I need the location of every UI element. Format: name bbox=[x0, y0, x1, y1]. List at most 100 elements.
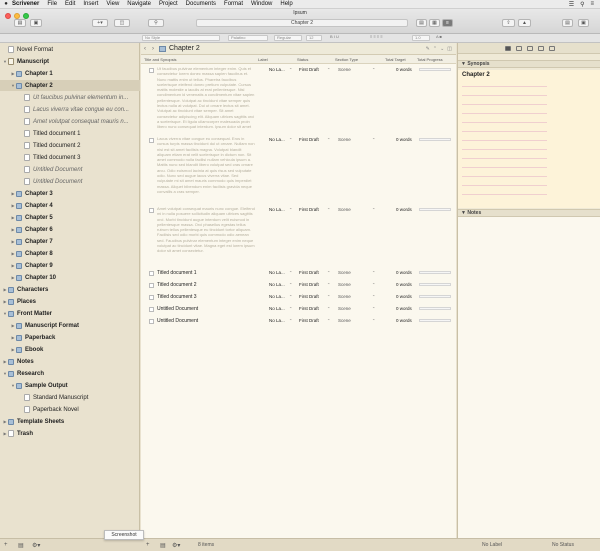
chevron-updown-icon[interactable]: ⌃ bbox=[289, 207, 292, 212]
document-title-field[interactable]: Chapter 2 bbox=[196, 19, 408, 27]
binder-item[interactable]: ▼ Research bbox=[0, 368, 140, 379]
outliner-row[interactable]: Amet volutpat consequat mauris nunc cong… bbox=[141, 205, 456, 265]
synopsis-box[interactable]: Chapter 2 bbox=[458, 70, 600, 208]
outliner-row[interactable]: Untitled Document No La... ⌃ First Draft ⌃ Sc… bbox=[141, 316, 456, 327]
list-icon[interactable]: ≡ bbox=[590, 1, 594, 8]
row-label[interactable]: No La... bbox=[269, 306, 285, 311]
highlight-color-buttons[interactable]: A ■ bbox=[434, 35, 458, 41]
down-arrow-icon[interactable]: ⌄ bbox=[440, 46, 444, 52]
chevron-updown-icon[interactable]: ⌃ bbox=[289, 67, 292, 72]
chevron-updown-icon[interactable]: ⌃ bbox=[372, 137, 375, 142]
row-synopsis[interactable]: Ut faucibus pulvinar elementum integer e… bbox=[157, 66, 255, 131]
nav-forward-icon[interactable]: › bbox=[152, 46, 154, 52]
chevron-updown-icon[interactable]: ⌃ bbox=[372, 306, 375, 311]
row-section-type[interactable]: Scene bbox=[338, 282, 351, 287]
split-icon[interactable]: ◫ bbox=[447, 46, 452, 52]
binder-item[interactable]: ▶ Ebook bbox=[0, 344, 140, 355]
chevron-updown-icon[interactable]: ⌃ bbox=[327, 306, 330, 311]
binder-item[interactable]: ▶ Chapter 7 bbox=[0, 236, 140, 247]
alignment-buttons[interactable]: ≡ ≡ ≡ ≡ bbox=[368, 35, 408, 41]
binder-item[interactable]: ▶ Chapter 8 bbox=[0, 248, 140, 259]
line-spacing-select[interactable]: 1.0 bbox=[412, 35, 430, 41]
folder-add-icon[interactable]: ▤ bbox=[18, 542, 24, 549]
menu-insert[interactable]: Insert bbox=[83, 1, 98, 7]
view-corkboard-button[interactable]: ▦ bbox=[429, 19, 440, 27]
chevron-updown-icon[interactable]: ⌃ bbox=[289, 137, 292, 142]
binder-item[interactable]: Titled document 1 bbox=[0, 128, 140, 139]
outliner-row[interactable]: Ut faucibus pulvinar elementum integer e… bbox=[141, 65, 456, 133]
editor-title[interactable]: Chapter 2 bbox=[169, 45, 200, 52]
view-scrivenings-button[interactable]: ▤ bbox=[416, 19, 427, 27]
trash-button[interactable]: ◫ bbox=[114, 19, 130, 27]
row-status[interactable]: First Draft bbox=[299, 67, 319, 72]
chevron-updown-icon[interactable]: ⌃ bbox=[289, 294, 292, 299]
share-button[interactable]: ⇧ bbox=[502, 19, 515, 27]
row-label[interactable]: No La... bbox=[269, 207, 285, 212]
column-total-progress[interactable]: Total Progress bbox=[417, 57, 443, 62]
status-selector[interactable]: No Status bbox=[552, 542, 574, 548]
menu-project[interactable]: Project bbox=[159, 1, 178, 7]
add-icon[interactable]: + bbox=[4, 542, 8, 548]
outliner-row[interactable]: Titled document 2 No La... ⌃ First Draft ⌃ Sc… bbox=[141, 280, 456, 291]
binder-item[interactable]: Ut faucibus pulvinar elementum in... bbox=[0, 92, 140, 103]
binder-item[interactable]: ▶ Notes bbox=[0, 356, 140, 367]
binder-item[interactable]: Standard Manuscript bbox=[0, 392, 140, 403]
chevron-updown-icon[interactable]: ⌃ bbox=[327, 270, 330, 275]
row-label[interactable]: No La... bbox=[269, 67, 285, 72]
notes-area[interactable] bbox=[458, 217, 600, 538]
row-title[interactable]: Titled document 2 bbox=[157, 282, 197, 288]
binder-item[interactable]: Titled document 3 bbox=[0, 152, 140, 163]
chevron-updown-icon[interactable]: ⌃ bbox=[289, 306, 292, 311]
search-icon[interactable]: ⚲ bbox=[580, 1, 584, 8]
font-size-select[interactable]: 12 bbox=[306, 35, 322, 41]
menu-help[interactable]: Help bbox=[280, 1, 292, 7]
apple-menu-icon[interactable]: ● bbox=[0, 1, 12, 7]
bold-italic-underline-buttons[interactable]: B I U bbox=[328, 35, 362, 41]
row-label[interactable]: No La... bbox=[269, 318, 285, 323]
inspector-toggle-button[interactable]: ▤ bbox=[562, 19, 573, 27]
row-status[interactable]: First Draft bbox=[299, 207, 319, 212]
metadata-tab-icon[interactable] bbox=[526, 45, 533, 51]
menu-documents[interactable]: Documents bbox=[186, 1, 216, 7]
binder-item[interactable]: ▼ Chapter 2 bbox=[0, 80, 140, 91]
binder-item[interactable]: ▶ Chapter 4 bbox=[0, 200, 140, 211]
column-title-synopsis[interactable]: Title and Synopsis bbox=[144, 57, 177, 62]
menu-scrivener[interactable]: Scrivener bbox=[12, 1, 39, 7]
binder-item[interactable]: ▶ Manuscript Format bbox=[0, 320, 140, 331]
chevron-updown-icon[interactable]: ⌃ bbox=[372, 294, 375, 299]
chevron-updown-icon[interactable]: ⌃ bbox=[327, 67, 330, 72]
row-section-type[interactable]: Scene bbox=[338, 207, 351, 212]
menu-view[interactable]: View bbox=[106, 1, 119, 7]
row-section-type[interactable]: Scene bbox=[338, 270, 351, 275]
row-synopsis[interactable]: Amet volutpat consequat mauris nunc cong… bbox=[157, 206, 255, 263]
row-label[interactable]: No La... bbox=[269, 294, 285, 299]
row-section-type[interactable]: Scene bbox=[338, 67, 351, 72]
outliner-row[interactable]: Titled document 1 No La... ⌃ First Draft ⌃ Sc… bbox=[141, 268, 456, 279]
snapshots-tab-icon[interactable] bbox=[537, 45, 544, 51]
chevron-updown-icon[interactable]: ⌃ bbox=[372, 270, 375, 275]
sidebar-toggle-button[interactable]: ▣ bbox=[578, 19, 589, 27]
row-title[interactable]: Untitled Document bbox=[157, 318, 198, 324]
binder-item[interactable]: ▶ Paperback bbox=[0, 332, 140, 343]
comments-tab-icon[interactable] bbox=[548, 45, 555, 51]
binder-item[interactable]: ▶ Chapter 3 bbox=[0, 188, 140, 199]
binder-item[interactable]: ▼ Sample Output bbox=[0, 380, 140, 391]
row-title[interactable]: Titled document 1 bbox=[157, 270, 197, 276]
menu-navigate[interactable]: Navigate bbox=[127, 1, 151, 7]
chevron-updown-icon[interactable]: ⌃ bbox=[289, 318, 292, 323]
column-total-target[interactable]: Total Target bbox=[385, 57, 406, 62]
row-label[interactable]: No La... bbox=[269, 282, 285, 287]
row-status[interactable]: First Draft bbox=[299, 294, 319, 299]
binder-item[interactable]: Paperback Novel bbox=[0, 404, 140, 415]
row-section-type[interactable]: Scene bbox=[338, 137, 351, 142]
row-status[interactable]: First Draft bbox=[299, 270, 319, 275]
footer-add-icon[interactable]: + bbox=[146, 542, 150, 548]
binder-item[interactable]: ▶ Chapter 9 bbox=[0, 260, 140, 271]
row-status[interactable]: First Draft bbox=[299, 137, 319, 142]
row-title[interactable]: Untitled Document bbox=[157, 306, 198, 312]
row-section-type[interactable]: Scene bbox=[338, 318, 351, 323]
chevron-updown-icon[interactable]: ⌃ bbox=[289, 282, 292, 287]
bookmark-icon[interactable]: ✎ bbox=[426, 46, 430, 52]
column-section-type[interactable]: Section Type bbox=[335, 57, 358, 62]
bookmarks-tab-icon[interactable] bbox=[515, 45, 522, 51]
